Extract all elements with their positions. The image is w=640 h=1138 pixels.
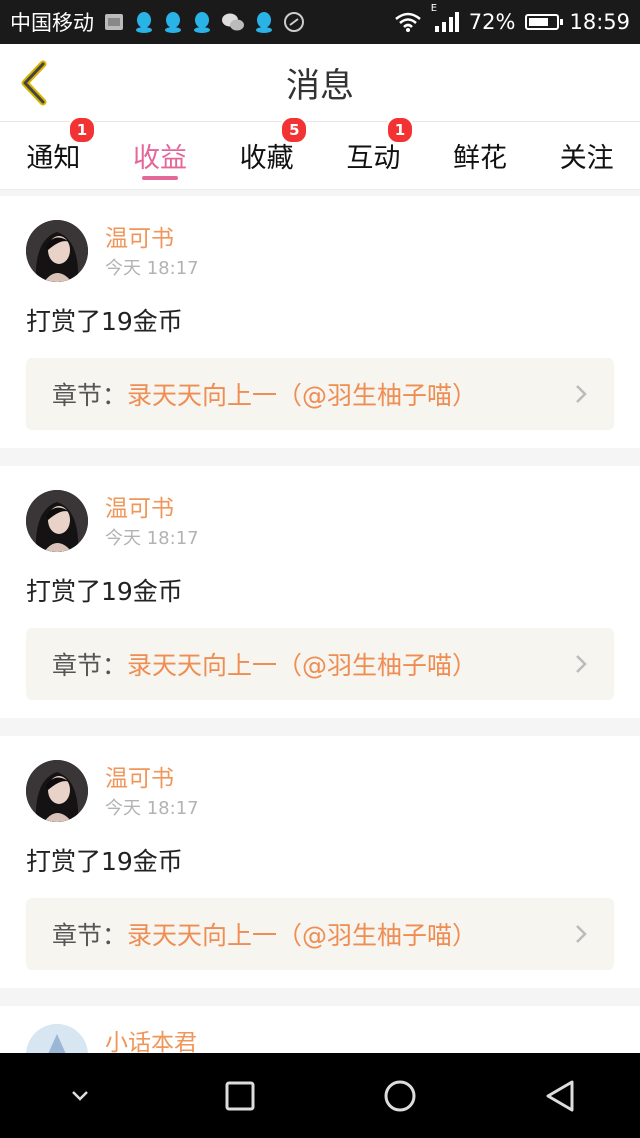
- chapter-title: 录天天向上一（@羽生柚子喵）: [127, 651, 478, 680]
- chapter-link[interactable]: 章节： 录天天向上一（@羽生柚子喵）: [26, 358, 614, 430]
- clock: 18:59: [569, 10, 630, 34]
- battery-percent: 72%: [468, 10, 516, 34]
- chevron-down-icon: [72, 1090, 88, 1101]
- tab-label: 收益: [133, 143, 187, 174]
- triangle-back-icon: [546, 1080, 574, 1111]
- tab-label: 关注: [559, 143, 614, 174]
- chevron-right-icon: [574, 653, 588, 675]
- wechat-icon: [221, 11, 245, 33]
- signal-icon: E: [431, 3, 459, 33]
- message-card: 小话本君: [0, 1006, 640, 1053]
- tab-bar: 通知 1 收益 收藏 5 互动 1 鲜花 关注: [0, 116, 640, 190]
- tab-label: 鲜花: [453, 143, 508, 174]
- circle-icon: [384, 1080, 416, 1111]
- system-nav-bar: [0, 1053, 640, 1138]
- avatar[interactable]: [26, 1024, 88, 1053]
- recents-button[interactable]: [200, 1053, 280, 1138]
- tab-flowers[interactable]: 鲜花: [427, 122, 534, 189]
- avatar[interactable]: [26, 760, 88, 822]
- qq-icon: [163, 11, 183, 33]
- battery-fill: [529, 18, 549, 26]
- avatar[interactable]: [26, 490, 88, 552]
- qq-icon: [254, 11, 274, 33]
- network-type-label: E: [430, 3, 438, 14]
- status-bar: 中国移动 E 72% 18:59: [0, 0, 640, 44]
- qq-icon: [134, 11, 154, 33]
- avatar[interactable]: [26, 220, 88, 282]
- header: 消息: [0, 44, 640, 122]
- message-text: 打赏了19金币: [26, 307, 183, 336]
- timestamp: 今天 18:17: [105, 528, 199, 549]
- battery-icon: [525, 14, 564, 30]
- unread-badge: 1: [68, 116, 96, 144]
- chapter-label: 章节：: [52, 921, 128, 950]
- sim-icon: [103, 11, 125, 33]
- chapter-label: 章节：: [52, 651, 128, 680]
- message-text: 打赏了19金币: [26, 577, 183, 606]
- wifi-icon: [393, 11, 423, 33]
- vpn-icon: [283, 11, 305, 33]
- active-tab-indicator: [142, 176, 178, 180]
- back-nav-button[interactable]: [520, 1053, 600, 1138]
- tab-earnings[interactable]: 收益: [107, 122, 214, 189]
- chevron-right-icon: [574, 923, 588, 945]
- chevron-right-icon: [574, 383, 588, 405]
- qq-icon: [192, 11, 212, 33]
- timestamp: 今天 18:17: [105, 258, 199, 279]
- message-card: 温可书 今天 18:17 打赏了19金币 章节： 录天天向上一（@羽生柚子喵）: [0, 196, 640, 448]
- chapter-link[interactable]: 章节： 录天天向上一（@羽生柚子喵）: [26, 628, 614, 700]
- username[interactable]: 温可书: [105, 494, 199, 524]
- username[interactable]: 小话本君: [105, 1028, 197, 1053]
- hide-nav-button[interactable]: [40, 1053, 120, 1138]
- username[interactable]: 温可书: [105, 224, 199, 254]
- chapter-label: 章节：: [52, 381, 128, 410]
- back-button[interactable]: [14, 58, 54, 108]
- page-title: 消息: [286, 66, 354, 106]
- message-text: 打赏了19金币: [26, 847, 183, 876]
- unread-badge: 1: [386, 116, 415, 144]
- chapter-link[interactable]: 章节： 录天天向上一（@羽生柚子喵）: [26, 898, 614, 970]
- timestamp: 今天 18:17: [105, 798, 199, 819]
- square-icon: [225, 1081, 255, 1110]
- tab-interaction[interactable]: 互动 1: [320, 116, 427, 189]
- tab-favorites[interactable]: 收藏 5: [213, 116, 320, 189]
- tab-notify[interactable]: 通知 1: [0, 116, 107, 189]
- home-button[interactable]: [360, 1053, 440, 1138]
- chapter-title: 录天天向上一（@羽生柚子喵）: [127, 921, 478, 950]
- username[interactable]: 温可书: [105, 764, 199, 794]
- message-list[interactable]: 温可书 今天 18:17 打赏了19金币 章节： 录天天向上一（@羽生柚子喵）: [0, 196, 640, 1053]
- tab-follow[interactable]: 关注: [533, 122, 640, 189]
- message-card: 温可书 今天 18:17 打赏了19金币 章节： 录天天向上一（@羽生柚子喵）: [0, 736, 640, 988]
- carrier-label: 中国移动: [10, 11, 94, 35]
- message-card: 温可书 今天 18:17 打赏了19金币 章节： 录天天向上一（@羽生柚子喵）: [0, 466, 640, 718]
- chapter-title: 录天天向上一（@羽生柚子喵）: [127, 381, 478, 410]
- unread-badge: 5: [280, 116, 309, 144]
- chevron-left-icon: [21, 60, 47, 106]
